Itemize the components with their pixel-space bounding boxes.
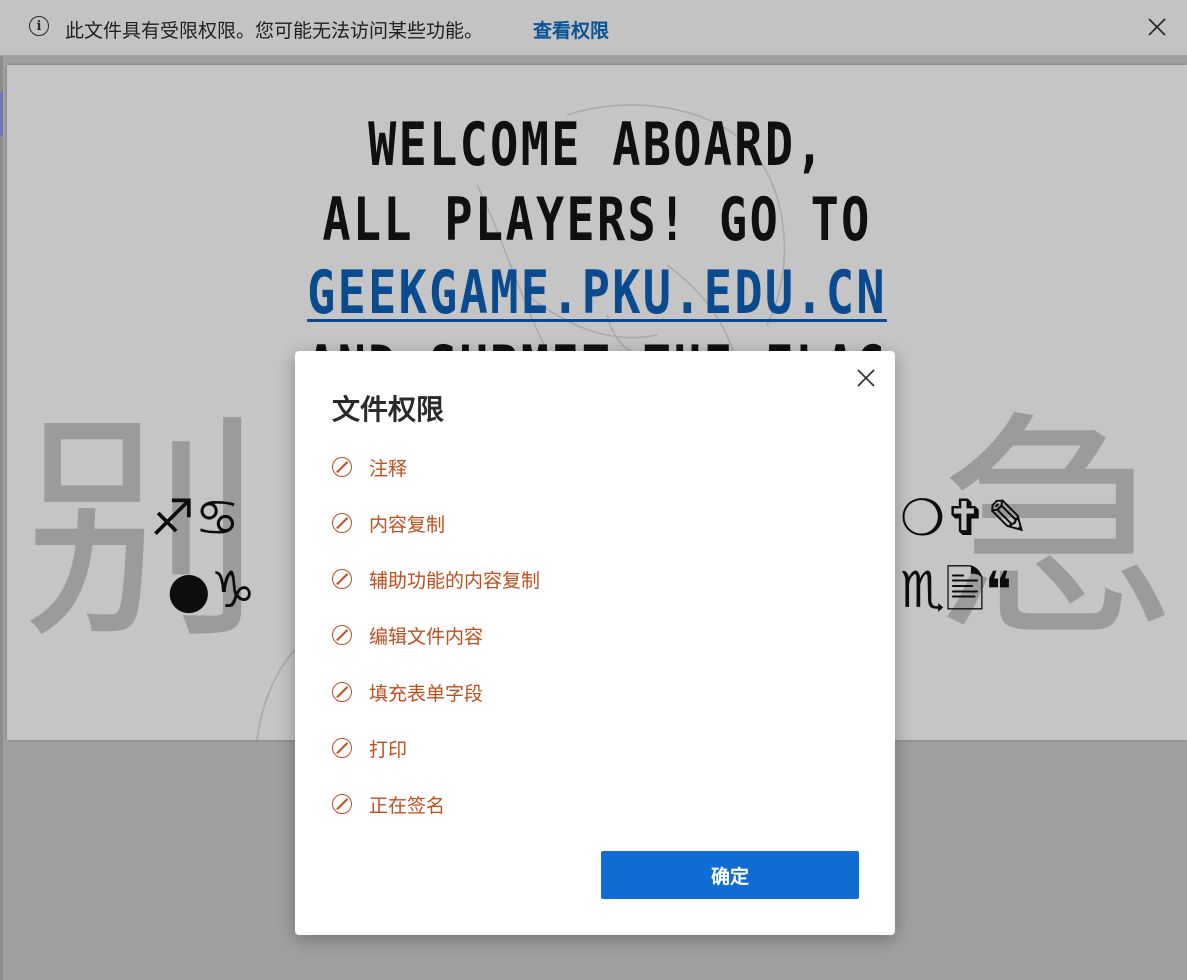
prohibited-icon bbox=[332, 794, 352, 814]
permission-item-accessibility-copy: 辅助功能的内容复制 bbox=[332, 564, 540, 594]
permission-item-content-copy: 内容复制 bbox=[332, 508, 445, 538]
dialog-title: 文件权限 bbox=[332, 393, 445, 426]
info-icon: i bbox=[29, 16, 49, 36]
left-edge-accent bbox=[0, 92, 3, 136]
symbols-row1-right: ❍✞✎ bbox=[900, 489, 1029, 547]
restricted-message: 此文件具有受限权限。您可能无法访问某些功能。 bbox=[65, 20, 484, 42]
close-icon[interactable] bbox=[1146, 16, 1168, 38]
close-icon[interactable] bbox=[855, 367, 877, 389]
view-permissions-link[interactable]: 查看权限 bbox=[533, 16, 609, 43]
permission-label: 注释 bbox=[369, 457, 408, 480]
left-edge bbox=[0, 56, 3, 980]
ok-button[interactable]: 确定 bbox=[601, 851, 859, 899]
prohibited-icon bbox=[332, 625, 352, 645]
title-line-1: WELCOME ABOARD, bbox=[368, 110, 826, 180]
permission-label: 正在签名 bbox=[369, 794, 446, 817]
restricted-permissions-bar: i 此文件具有受限权限。您可能无法访问某些功能。 查看权限 bbox=[0, 0, 1187, 56]
symbols-row2-left: ●♑ bbox=[167, 561, 256, 619]
permission-item-print: 打印 bbox=[332, 733, 407, 763]
permission-label: 填充表单字段 bbox=[369, 682, 484, 705]
permission-label: 编辑文件内容 bbox=[369, 625, 484, 648]
permission-item-fill-forms: 填充表单字段 bbox=[332, 677, 483, 707]
prohibited-icon bbox=[332, 457, 352, 477]
permission-label: 辅助功能的内容复制 bbox=[369, 569, 541, 592]
permission-item-annotations: 注释 bbox=[332, 452, 407, 482]
title-line-3: GEEKGAME.PKU.EDU.CN bbox=[137, 258, 1057, 328]
geekgame-link[interactable]: GEEKGAME.PKU.EDU.CN bbox=[307, 258, 887, 328]
permission-item-signing: 正在签名 bbox=[332, 789, 445, 819]
permission-label: 内容复制 bbox=[369, 513, 446, 536]
file-permissions-dialog: 文件权限 注释 内容复制 辅助功能的内容复制 编辑文件内容 填充表单字段 打印 … bbox=[295, 351, 895, 935]
symbols-row2-right: ♏🖹❝ bbox=[900, 561, 1012, 619]
prohibited-icon bbox=[332, 682, 352, 702]
prohibited-icon bbox=[332, 513, 352, 533]
permission-label: 打印 bbox=[369, 738, 408, 761]
prohibited-icon bbox=[332, 738, 352, 758]
title-line-2: ALL PLAYERS! GO TO bbox=[322, 185, 872, 255]
permission-item-edit-content: 编辑文件内容 bbox=[332, 620, 483, 650]
prohibited-icon bbox=[332, 569, 352, 589]
symbols-row1-left: ♐♋ bbox=[150, 489, 240, 547]
